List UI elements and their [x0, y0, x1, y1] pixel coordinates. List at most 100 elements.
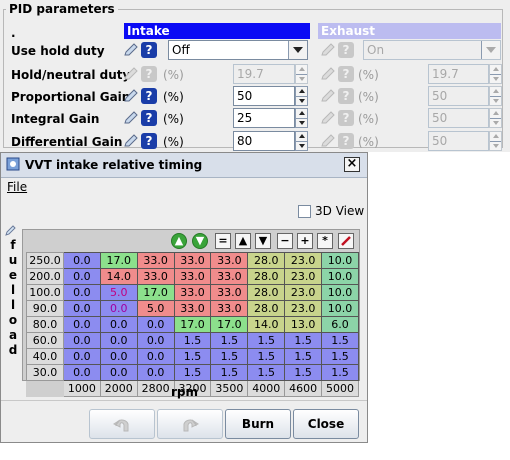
table-cell[interactable]: 0.0 [99, 300, 138, 317]
help-icon[interactable]: ? [141, 110, 157, 126]
table-cell[interactable]: 1.5 [247, 348, 286, 365]
intake-value-field[interactable]: 25 [233, 108, 295, 128]
edit-icon[interactable] [124, 89, 138, 103]
table-cell[interactable]: 14.0 [99, 268, 138, 285]
help-icon[interactable]: ? [141, 88, 157, 104]
table-cell[interactable]: 33.0 [210, 268, 249, 285]
burn-button[interactable]: Burn [225, 409, 291, 439]
table-cell[interactable]: 17.0 [173, 316, 212, 333]
table-cell[interactable]: 1.5 [247, 332, 286, 349]
table-cell[interactable]: 33.0 [210, 300, 249, 317]
table-cell[interactable]: 1.5 [284, 332, 323, 349]
intake-use-hold-duty-select[interactable]: Off [168, 40, 308, 60]
spin-up-icon[interactable] [296, 87, 307, 97]
table-cell[interactable]: 0.0 [62, 268, 101, 285]
table-cell[interactable]: 1.5 [210, 364, 249, 381]
table-cell[interactable]: 1.5 [284, 348, 323, 365]
table-cell[interactable]: 33.0 [210, 252, 249, 269]
table-cell[interactable]: 0.0 [62, 332, 101, 349]
help-icon[interactable]: ? [141, 42, 157, 58]
lower-button[interactable]: ▼ [255, 233, 271, 249]
increase-all-icon[interactable]: ▲ [171, 233, 187, 249]
table-cell[interactable]: 10.0 [321, 252, 359, 269]
spin-up-icon[interactable] [296, 132, 307, 142]
table-cell[interactable]: 23.0 [284, 252, 323, 269]
table-cell[interactable]: 1.5 [321, 364, 359, 381]
spin-down-icon[interactable] [296, 97, 307, 106]
spin-up-icon[interactable] [296, 109, 307, 119]
table-cell[interactable]: 0.0 [136, 348, 175, 365]
table-cell[interactable]: 5.0 [99, 284, 138, 301]
table-cell[interactable]: 28.0 [247, 252, 286, 269]
table-cell[interactable]: 0.0 [136, 364, 175, 381]
table-cell[interactable]: 10.0 [321, 300, 359, 317]
view3d-checkbox[interactable] [298, 205, 311, 218]
redo-button[interactable] [157, 409, 223, 439]
divide-button[interactable] [338, 233, 354, 249]
intake-value-field[interactable]: 80 [233, 131, 295, 151]
table-cell[interactable]: 0.0 [62, 284, 101, 301]
table-cell[interactable]: 33.0 [173, 300, 212, 317]
table-cell[interactable]: 1.5 [173, 348, 212, 365]
spin-down-icon[interactable] [296, 75, 307, 84]
table-cell[interactable]: 1.5 [321, 348, 359, 365]
menu-file[interactable]: File [7, 180, 27, 194]
table-cell[interactable]: 0.0 [62, 348, 101, 365]
intake-spinner[interactable] [295, 108, 308, 128]
table-cell[interactable]: 1.5 [247, 364, 286, 381]
table-cell[interactable]: 33.0 [173, 268, 212, 285]
edit-icon[interactable] [124, 134, 138, 148]
table-cell[interactable]: 17.0 [136, 284, 175, 301]
chevron-down-icon[interactable] [288, 41, 307, 59]
table-cell[interactable]: 33.0 [136, 268, 175, 285]
table-cell[interactable]: 17.0 [210, 316, 249, 333]
table-cell[interactable]: 1.5 [210, 332, 249, 349]
table-cell[interactable]: 23.0 [284, 300, 323, 317]
table-cell[interactable]: 33.0 [173, 252, 212, 269]
table-cell[interactable]: 0.0 [136, 332, 175, 349]
table-cell[interactable]: 28.0 [247, 300, 286, 317]
intake-value-field[interactable]: 19.7 [233, 64, 295, 84]
spin-down-icon[interactable] [296, 142, 307, 151]
table-cell[interactable]: 0.0 [62, 300, 101, 317]
dialog-titlebar[interactable]: VVT intake relative timing × [1, 153, 367, 178]
table-cell[interactable]: 10.0 [321, 284, 359, 301]
spin-down-icon[interactable] [296, 119, 307, 128]
table-cell[interactable]: 1.5 [173, 364, 212, 381]
intake-spinner[interactable] [295, 64, 308, 84]
help-icon[interactable]: ? [141, 133, 157, 149]
table-cell[interactable]: 0.0 [99, 332, 138, 349]
table-cell[interactable]: 28.0 [247, 284, 286, 301]
table-cell[interactable]: 1.5 [210, 348, 249, 365]
table-cell[interactable]: 33.0 [173, 284, 212, 301]
table-cell[interactable]: 0.0 [136, 316, 175, 333]
plus-button[interactable]: + [297, 233, 313, 249]
raise-button[interactable]: ▲ [235, 233, 251, 249]
table-cell[interactable]: 1.5 [284, 364, 323, 381]
close-icon[interactable]: × [344, 157, 360, 172]
edit-icon[interactable] [124, 43, 138, 57]
intake-value-field[interactable]: 50 [233, 86, 295, 106]
table-cell[interactable]: 5.0 [136, 300, 175, 317]
intake-spinner[interactable] [295, 131, 308, 151]
help-icon[interactable]: ? [141, 66, 157, 82]
close-button[interactable]: Close [293, 409, 359, 439]
decrease-all-icon[interactable]: ▼ [192, 233, 208, 249]
multiply-button[interactable]: * [317, 233, 333, 249]
table-cell[interactable]: 14.0 [247, 316, 286, 333]
table-cell[interactable]: 0.0 [99, 348, 138, 365]
table-cell[interactable]: 0.0 [99, 316, 138, 333]
table-cell[interactable]: 28.0 [247, 268, 286, 285]
table-cell[interactable]: 1.5 [173, 332, 212, 349]
minus-button[interactable]: − [277, 233, 293, 249]
table-cell[interactable]: 0.0 [62, 364, 101, 381]
set-equal-button[interactable]: = [215, 233, 231, 249]
table-cell[interactable]: 17.0 [99, 252, 138, 269]
edit-icon[interactable] [124, 111, 138, 125]
table-cell[interactable]: 33.0 [136, 252, 175, 269]
table-cell[interactable]: 1.5 [321, 332, 359, 349]
table-cell[interactable]: 0.0 [99, 364, 138, 381]
table-cell[interactable]: 13.0 [284, 316, 323, 333]
table-cell[interactable]: 10.0 [321, 268, 359, 285]
table-cell[interactable]: 0.0 [62, 316, 101, 333]
